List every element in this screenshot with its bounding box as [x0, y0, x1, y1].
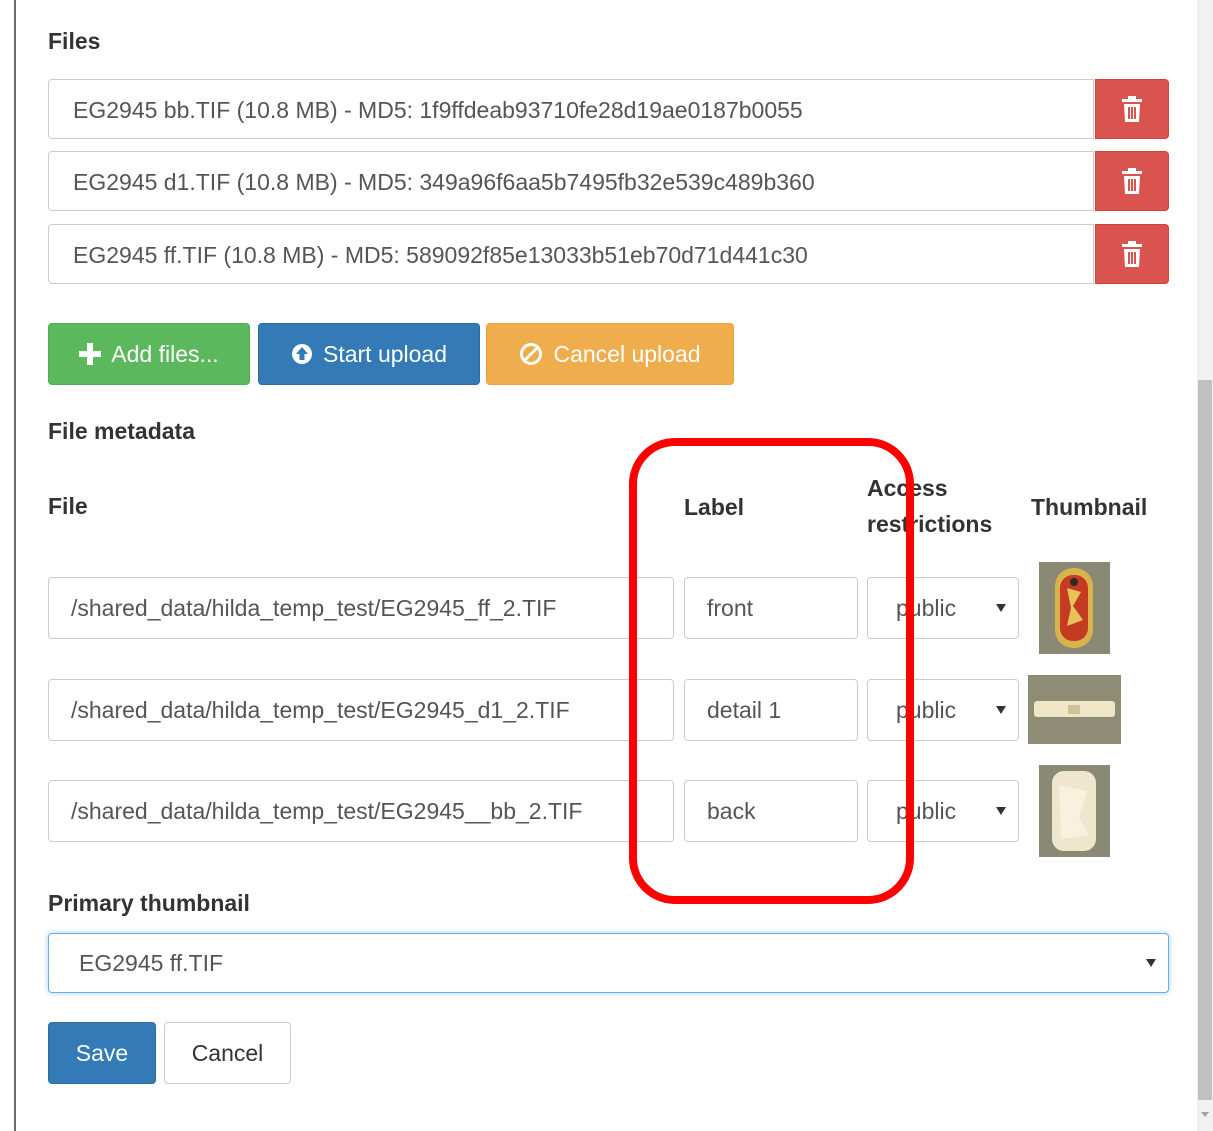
file-path-field[interactable]: /shared_data/hilda_temp_test/EG2945__bb_… [48, 780, 674, 842]
primary-thumbnail-value: EG2945 ff.TIF [79, 950, 224, 976]
add-files-button[interactable]: Add files... [48, 323, 250, 385]
left-border [14, 0, 16, 1131]
file-metadata-heading: File metadata [48, 418, 195, 444]
thumbnail-detail-1[interactable] [1028, 675, 1121, 744]
trash-icon [1122, 241, 1142, 267]
cancel-button[interactable]: Cancel [164, 1022, 291, 1084]
save-button-label: Save [75, 1039, 129, 1066]
file-path-field[interactable]: /shared_data/hilda_temp_test/EG2945_d1_2… [48, 679, 674, 741]
vertical-scrollbar[interactable] [1197, 0, 1213, 1131]
delete-file-button[interactable] [1095, 224, 1169, 284]
ban-icon [520, 343, 543, 365]
chevron-down-icon [996, 706, 1006, 714]
scroll-down-arrow-icon[interactable] [1201, 1112, 1209, 1117]
annotation-highlight-box [629, 438, 914, 904]
trash-icon [1122, 96, 1142, 122]
delete-file-button[interactable] [1095, 79, 1169, 139]
file-row: EG2945 bb.TIF (10.8 MB) - MD5: 1f9ffdeab… [48, 79, 1169, 141]
start-upload-label: Start upload [322, 340, 448, 367]
chevron-down-icon [996, 604, 1006, 612]
file-row: EG2945 ff.TIF (10.8 MB) - MD5: 589092f85… [48, 224, 1169, 286]
save-button[interactable]: Save [48, 1022, 156, 1084]
column-header-file: File [48, 493, 88, 519]
chevron-down-icon [1146, 959, 1156, 967]
file-path-field[interactable]: /shared_data/hilda_temp_test/EG2945_ff_2… [48, 577, 674, 639]
cancel-upload-button[interactable]: Cancel upload [486, 323, 734, 385]
thumbnail-front[interactable] [1039, 562, 1110, 654]
file-row: EG2945 d1.TIF (10.8 MB) - MD5: 349a96f6a… [48, 151, 1169, 213]
file-name-field: EG2945 ff.TIF (10.8 MB) - MD5: 589092f85… [48, 224, 1094, 284]
plus-icon [79, 343, 102, 365]
file-name-field: EG2945 bb.TIF (10.8 MB) - MD5: 1f9ffdeab… [48, 79, 1094, 139]
cancel-upload-label: Cancel upload [553, 340, 701, 367]
delete-file-button[interactable] [1095, 151, 1169, 211]
column-header-thumbnail: Thumbnail [1031, 494, 1148, 520]
cancel-button-label: Cancel [191, 1039, 264, 1066]
upload-circle-icon [291, 344, 312, 364]
files-heading: Files [48, 28, 101, 54]
add-files-label: Add files... [111, 340, 219, 367]
thumbnail-back[interactable] [1039, 765, 1110, 857]
file-name-field: EG2945 d1.TIF (10.8 MB) - MD5: 349a96f6a… [48, 151, 1094, 211]
scrollbar-thumb[interactable] [1198, 380, 1212, 1100]
start-upload-button[interactable]: Start upload [258, 323, 480, 385]
primary-thumbnail-select[interactable]: EG2945 ff.TIF [48, 933, 1169, 993]
chevron-down-icon [996, 807, 1006, 815]
primary-thumbnail-heading: Primary thumbnail [48, 890, 250, 916]
trash-icon [1122, 168, 1142, 194]
